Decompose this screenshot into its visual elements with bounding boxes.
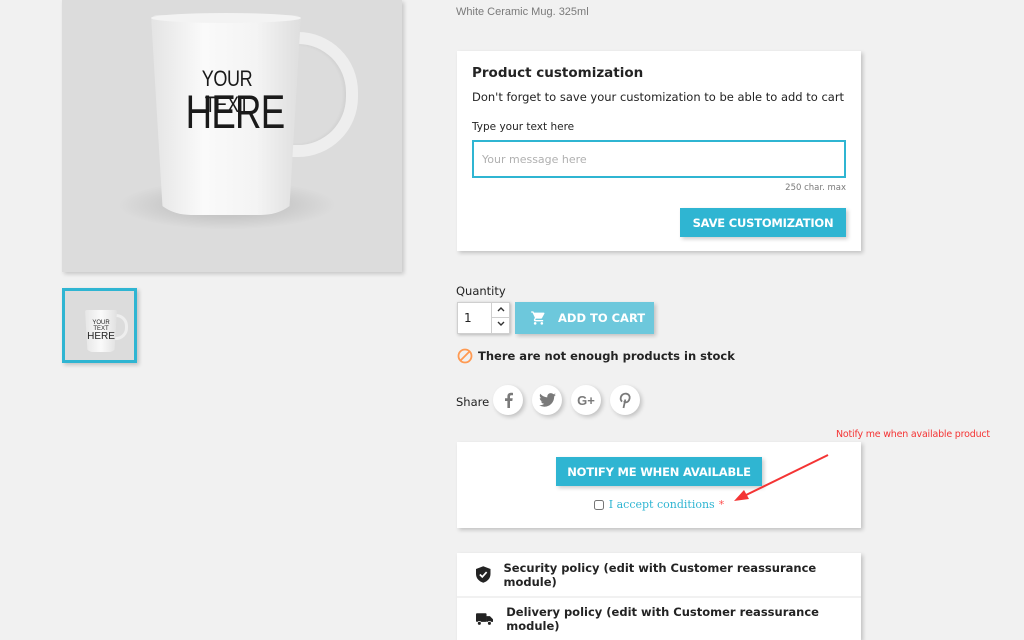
shopping-cart-icon (531, 311, 545, 325)
chevron-up-icon (497, 307, 504, 312)
customer-reassurance-block: Security policy (edit with Customer reas… (457, 553, 861, 640)
add-to-cart-label: ADD TO CART (558, 311, 646, 325)
stock-availability-message: There are not enough products in stock (457, 348, 735, 364)
accept-conditions-link[interactable]: I accept conditions (609, 498, 715, 511)
reassurance-delivery-label: Delivery policy (edit with Customer reas… (506, 604, 819, 633)
pinterest-icon (619, 392, 631, 408)
product-thumbnail[interactable]: YOUR TEXT HERE (62, 288, 137, 363)
reassurance-security-label: Security policy (edit with Customer reas… (503, 560, 817, 589)
add-to-cart-button[interactable]: ADD TO CART (515, 302, 654, 334)
share-google-plus-button[interactable]: G+ (571, 385, 601, 415)
quantity-label: Quantity (456, 284, 506, 298)
truck-icon (476, 612, 494, 626)
customization-note: Don't forget to save your customization … (472, 90, 845, 104)
share-facebook-button[interactable] (493, 385, 523, 415)
quantity-increase-button[interactable] (491, 302, 510, 318)
save-customization-button[interactable]: SAVE CUSTOMIZATION (680, 208, 846, 237)
chevron-down-icon (497, 321, 504, 326)
quantity-stepper (457, 302, 510, 334)
thumb-mug-print: YOUR TEXT HERE (87, 320, 115, 342)
facebook-icon (504, 392, 513, 408)
accept-conditions-checkbox[interactable] (593, 499, 604, 510)
reassurance-item-delivery: Delivery policy (edit with Customer reas… (457, 597, 861, 640)
twitter-icon (538, 393, 556, 407)
share-twitter-button[interactable] (532, 385, 562, 415)
product-short-description: White Ceramic Mug. 325ml (456, 6, 589, 18)
share-pinterest-button[interactable] (610, 385, 640, 415)
annotation-label: Notify me when available product (836, 429, 990, 440)
no-entry-icon (457, 348, 473, 364)
product-cover-image[interactable]: YOUR TEXT HERE (62, 0, 402, 272)
quantity-decrease-button[interactable] (491, 318, 510, 334)
google-plus-icon: G+ (577, 392, 595, 408)
customization-field-label: Type your text here (472, 121, 575, 133)
share-label: Share (456, 395, 490, 409)
char-limit-hint: 250 char. max (785, 183, 846, 193)
product-customization-card: Product customization Don't forget to sa… (457, 51, 861, 251)
annotation-arrow-icon (734, 454, 829, 501)
mug-print-line2: HERE (185, 85, 286, 138)
customization-title: Product customization (472, 65, 644, 81)
customization-text-input[interactable] (472, 140, 846, 178)
thumb-print-line2: HERE (87, 331, 115, 342)
mug-rim (151, 13, 301, 23)
reassurance-item-security: Security policy (edit with Customer reas… (457, 553, 861, 598)
stock-message-text: There are not enough products in stock (478, 349, 735, 363)
quantity-input[interactable] (457, 302, 491, 334)
shield-check-icon (476, 566, 491, 583)
